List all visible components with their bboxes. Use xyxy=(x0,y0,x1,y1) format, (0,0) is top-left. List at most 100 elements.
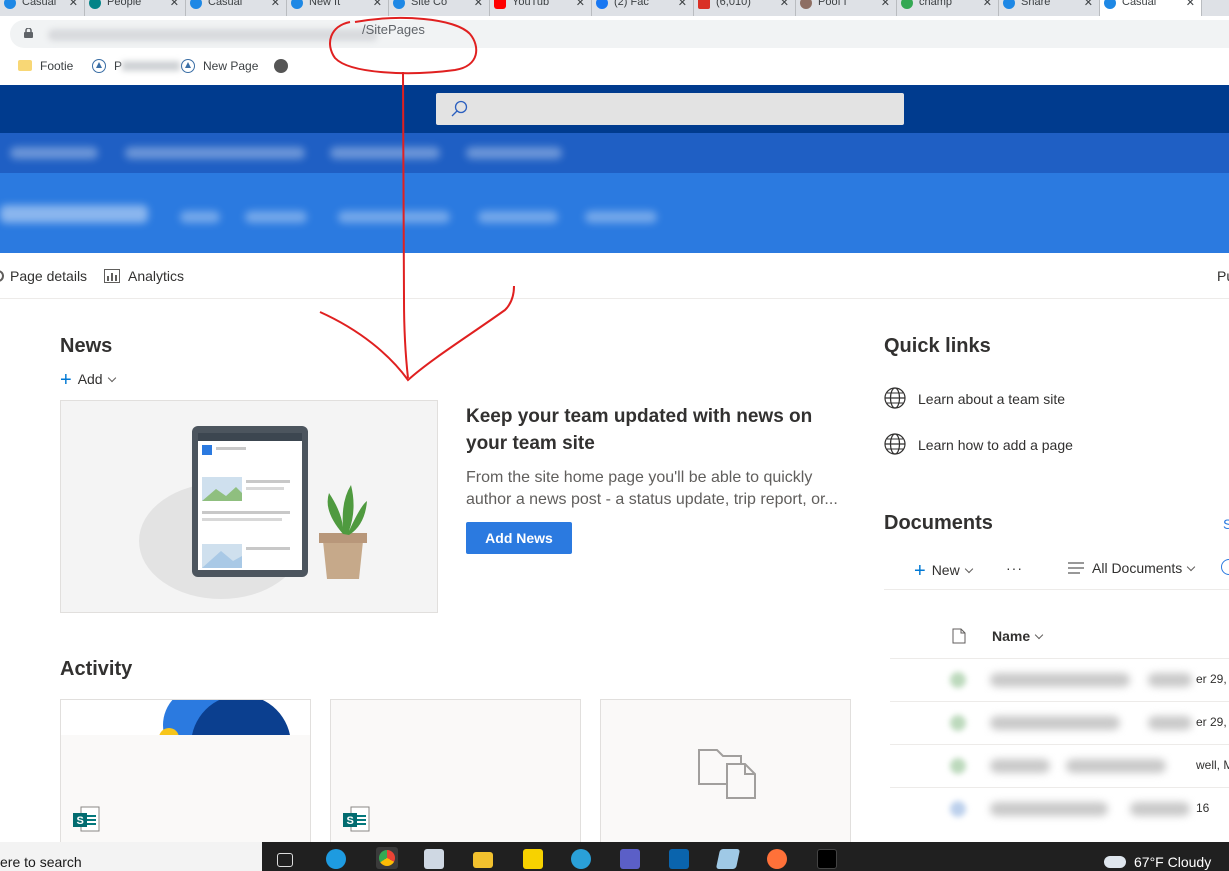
hub-nav-item-redacted[interactable] xyxy=(125,147,305,159)
site-nav-item-redacted[interactable] xyxy=(245,211,307,223)
browser-tab[interactable]: People ✕ xyxy=(85,0,186,16)
tab-favicon-icon xyxy=(190,0,202,9)
tab-favicon-icon xyxy=(4,0,16,9)
site-nav-item-redacted[interactable] xyxy=(338,211,450,223)
suite-bar xyxy=(0,85,1229,133)
view-selector[interactable]: All Documents xyxy=(1068,560,1196,576)
taskbar-search-text: ere to search xyxy=(0,854,82,870)
browser-tab[interactable]: Casual ✕ xyxy=(186,0,287,16)
browser-tab[interactable]: New It ✕ xyxy=(287,0,389,16)
youtube-icon xyxy=(494,0,506,9)
document-row[interactable]: er 29, xyxy=(890,658,1229,701)
close-icon[interactable]: ✕ xyxy=(373,0,382,9)
site-nav-item-redacted[interactable] xyxy=(180,211,220,223)
document-row[interactable]: well, M xyxy=(890,744,1229,787)
lock-icon xyxy=(24,28,33,38)
analytics-icon xyxy=(104,269,120,283)
page-details-button[interactable]: Page details xyxy=(0,268,87,284)
snipping-tool-icon[interactable] xyxy=(424,849,444,869)
close-icon[interactable]: ✕ xyxy=(1186,0,1195,9)
tab-label: People xyxy=(107,0,142,8)
close-icon[interactable]: ✕ xyxy=(474,0,483,9)
edge-icon[interactable] xyxy=(326,849,346,869)
quick-link-label: Learn how to add a page xyxy=(918,437,1073,453)
app-icon[interactable] xyxy=(715,849,741,869)
taskbar-search-box[interactable]: ere to search xyxy=(0,842,262,871)
svg-text:S: S xyxy=(77,815,84,827)
activity-card[interactable]: S xyxy=(330,699,581,844)
bookmark-new-page[interactable]: New Page xyxy=(181,59,258,73)
close-icon[interactable]: ✕ xyxy=(170,0,179,9)
tab-favicon-icon xyxy=(1104,0,1116,9)
info-icon[interactable] xyxy=(1221,559,1229,575)
task-view-icon[interactable] xyxy=(277,853,293,867)
row-modified-fragment: er 29, xyxy=(1196,715,1227,729)
search-input[interactable] xyxy=(436,93,904,125)
browser-tab[interactable]: Site Co ✕ xyxy=(389,0,490,16)
site-nav-item-redacted[interactable] xyxy=(585,211,657,223)
file-icon xyxy=(950,672,966,688)
bookmark-item[interactable]: P xyxy=(92,59,181,73)
globe-icon[interactable] xyxy=(274,59,288,73)
activity-card[interactable]: S xyxy=(60,699,311,844)
add-news-dropdown[interactable]: + Add xyxy=(60,369,116,392)
sharepoint-page-icon: S xyxy=(343,806,370,832)
chrome-taskbar-slot[interactable] xyxy=(376,847,398,869)
quick-link-item[interactable]: Learn how to add a page xyxy=(884,433,1073,455)
browser-tab[interactable]: Poof f ✕ xyxy=(796,0,897,16)
close-icon[interactable]: ✕ xyxy=(69,0,78,9)
see-all-link[interactable]: S xyxy=(1223,516,1229,532)
browser-tab[interactable]: YouTub ✕ xyxy=(490,0,592,16)
tab-label: champ xyxy=(919,0,953,8)
hub-nav-item-redacted[interactable] xyxy=(10,147,98,159)
bookmark-footie[interactable]: Footie xyxy=(18,59,73,73)
document-row[interactable]: er 29, xyxy=(890,701,1229,744)
hub-nav-item-redacted[interactable] xyxy=(466,147,562,159)
add-news-button[interactable]: Add News xyxy=(466,522,572,554)
publish-button[interactable]: Pu xyxy=(1217,268,1229,284)
browser-tab[interactable]: (2) Fac ✕ xyxy=(592,0,694,16)
browser-tab[interactable]: (6,010) ✕ xyxy=(694,0,796,16)
browser-tab[interactable]: champ ✕ xyxy=(897,0,999,16)
address-bar[interactable] xyxy=(10,20,1229,48)
close-icon[interactable]: ✕ xyxy=(678,0,687,9)
quick-links-heading: Quick links xyxy=(884,335,991,357)
new-document-button[interactable]: + New xyxy=(914,560,973,583)
browser-tab-active[interactable]: Casual ✕ xyxy=(1100,0,1202,16)
app-icon[interactable] xyxy=(571,849,591,869)
teams-icon[interactable] xyxy=(620,849,640,869)
analytics-button[interactable]: Analytics xyxy=(104,268,184,284)
sticky-notes-icon[interactable] xyxy=(523,849,543,869)
document-row[interactable]: 16 xyxy=(890,787,1229,830)
close-icon[interactable]: ✕ xyxy=(881,0,890,9)
tab-label: YouTub xyxy=(512,0,550,8)
list-view-icon xyxy=(1068,562,1084,574)
weather-widget[interactable]: 67°F Cloudy xyxy=(1104,854,1211,870)
divider xyxy=(884,589,1229,590)
close-icon[interactable]: ✕ xyxy=(271,0,280,9)
name-column-header[interactable]: Name xyxy=(992,628,1044,644)
activity-card[interactable] xyxy=(600,699,851,844)
hub-nav-item-redacted[interactable] xyxy=(330,147,440,159)
close-icon[interactable]: ✕ xyxy=(983,0,992,9)
close-icon[interactable]: ✕ xyxy=(1084,0,1093,9)
close-icon[interactable]: ✕ xyxy=(780,0,789,9)
plus-icon: + xyxy=(914,560,926,582)
activity-heading: Activity xyxy=(60,658,133,680)
page-details-label: Page details xyxy=(10,268,88,284)
view-label: All Documents xyxy=(1092,560,1183,576)
close-icon[interactable]: ✕ xyxy=(576,0,585,9)
app-icon[interactable] xyxy=(817,849,837,869)
quick-link-item[interactable]: Learn about a team site xyxy=(884,387,1065,409)
site-header xyxy=(0,173,1229,253)
sharepoint-page-icon: S xyxy=(73,806,100,832)
outlook-icon[interactable] xyxy=(669,849,689,869)
news-placeholder-image xyxy=(60,400,438,613)
file-explorer-icon[interactable] xyxy=(473,852,493,868)
documents-heading: Documents xyxy=(884,512,993,534)
site-nav-item-redacted[interactable] xyxy=(478,211,558,223)
more-options-button[interactable]: ··· xyxy=(1006,560,1023,576)
browser-tab[interactable]: Casual ✕ xyxy=(0,0,85,16)
firefox-icon[interactable] xyxy=(767,849,787,869)
browser-tab[interactable]: Share ✕ xyxy=(999,0,1100,16)
